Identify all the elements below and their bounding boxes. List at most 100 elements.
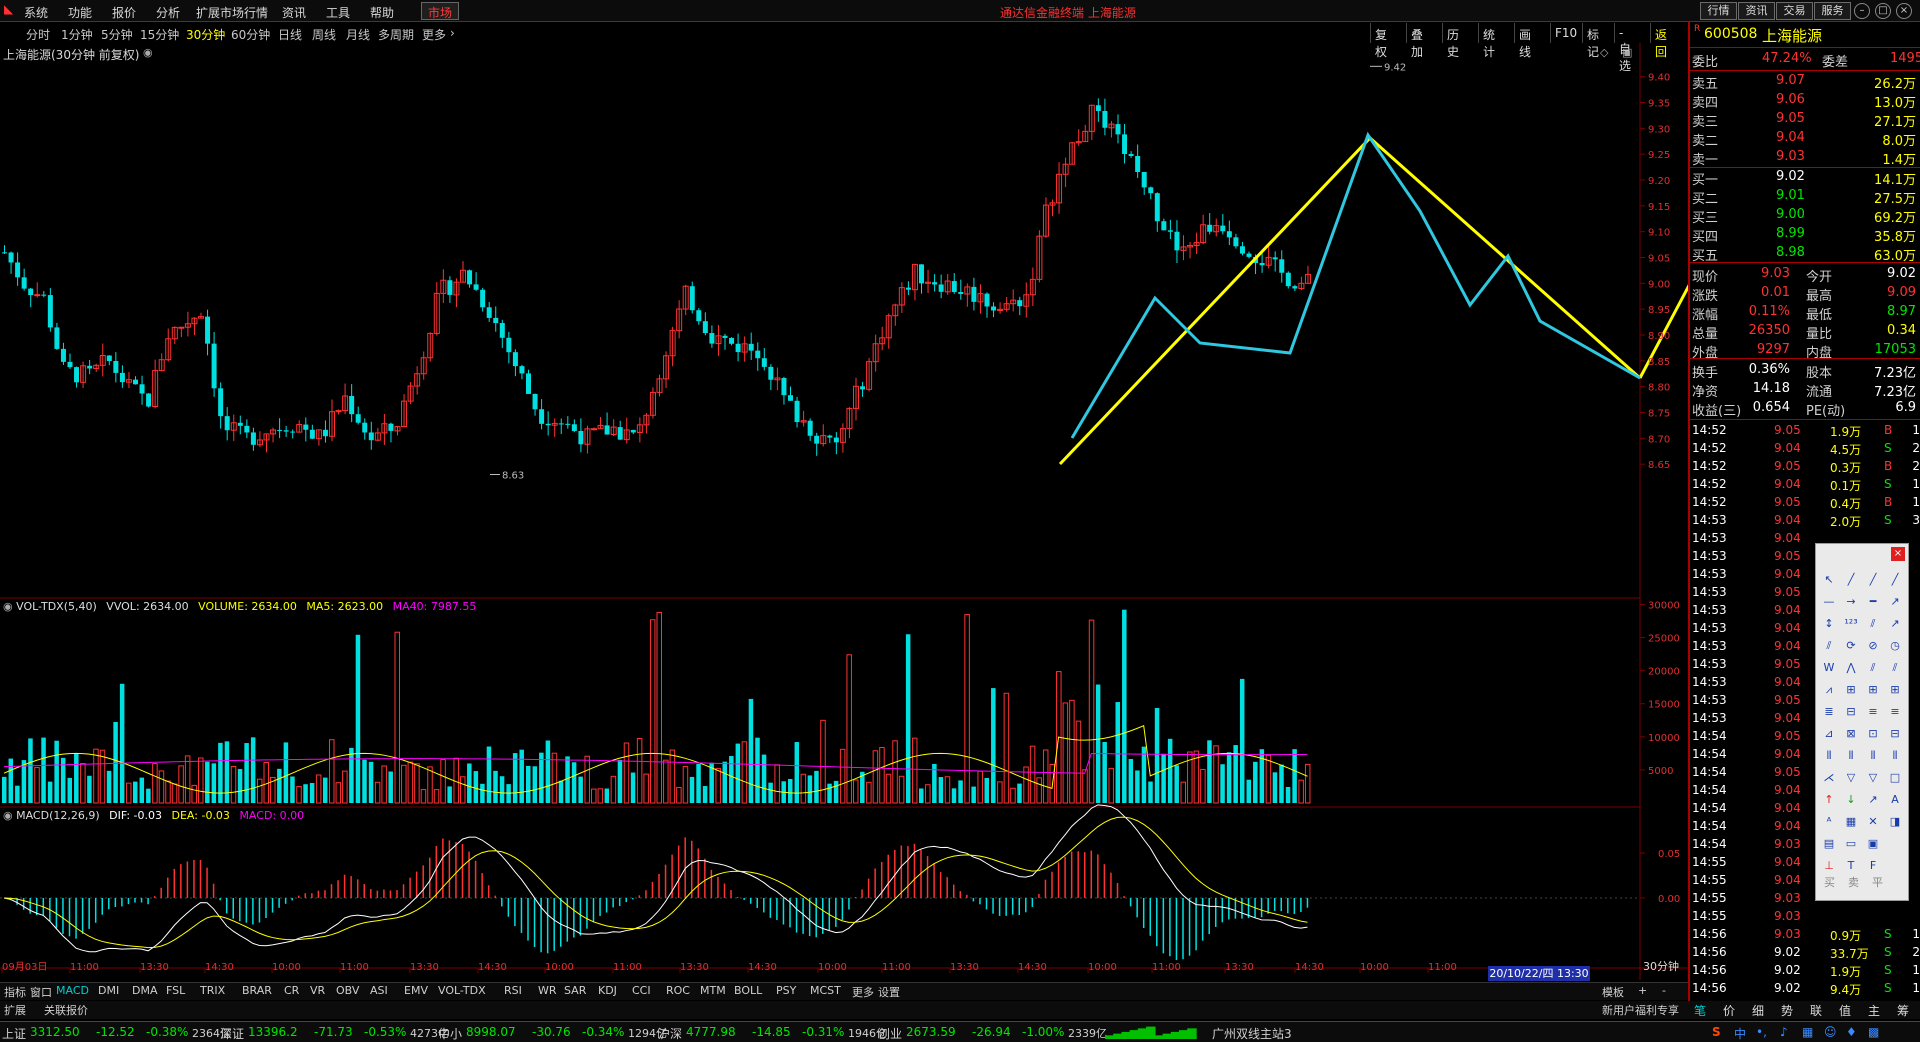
drawing-tool-icon[interactable]: ≡	[1864, 704, 1882, 720]
bid-price[interactable]: 9.00	[1776, 207, 1805, 222]
drawing-tool-icon[interactable]: ¹²³	[1842, 616, 1860, 632]
tab-extension[interactable]: 扩展	[4, 1002, 26, 1018]
drawing-tool-icon[interactable]: W	[1820, 660, 1838, 676]
close-icon[interactable]: ×	[1896, 3, 1912, 19]
drawing-tool-icon[interactable]: ⊞	[1886, 682, 1904, 698]
fuquan-button[interactable]: 复权	[1370, 23, 1391, 59]
drawing-tool-icon[interactable]: ✕	[1864, 814, 1882, 830]
overlay-button[interactable]: 叠加	[1406, 23, 1427, 59]
drawing-tool-icon[interactable]: ▽	[1842, 770, 1860, 786]
period-multi[interactable]: 多周期	[378, 26, 414, 43]
minimize-icon[interactable]: –	[1854, 3, 1870, 19]
drawing-tool-icon[interactable]: ⊘	[1864, 638, 1882, 654]
menu-system[interactable]: 系统	[24, 4, 48, 21]
ime-zh-icon[interactable]: 中	[1734, 1025, 1746, 1042]
app-logo-icon[interactable]: ◣	[4, 2, 13, 16]
drawing-tool-icon[interactable]: ≣	[1820, 704, 1838, 720]
drawing-tool-icon[interactable]: —	[1820, 594, 1838, 610]
menu-info[interactable]: 资讯	[282, 4, 306, 21]
ask-price[interactable]: 9.06	[1776, 92, 1805, 107]
period-5min[interactable]: 5分钟	[101, 26, 133, 43]
sogou-ime-icon[interactable]: S	[1712, 1025, 1721, 1039]
tab-15[interactable]: WR	[538, 984, 557, 997]
drawing-tool-icon[interactable]: ⊞	[1842, 682, 1860, 698]
drawing-tool-icon[interactable]: ↗	[1864, 792, 1882, 808]
period-fenshi[interactable]: 分时	[26, 26, 50, 43]
tab-23[interactable]: MCST	[810, 984, 841, 997]
tab-11[interactable]: ASI	[370, 984, 388, 997]
template-control-2[interactable]: -	[1662, 984, 1666, 997]
maximize-icon[interactable]: □	[1875, 3, 1891, 19]
return-button[interactable]: 返回	[1650, 23, 1671, 59]
index-name[interactable]: 深证	[220, 1025, 244, 1042]
drawing-tool-icon[interactable]: ⊿	[1820, 726, 1838, 742]
tab-16[interactable]: SAR	[564, 984, 586, 997]
tab-5[interactable]: FSL	[166, 984, 185, 997]
drawing-tool-icon[interactable]: ⫴	[1820, 748, 1838, 764]
right-tab-0[interactable]: 笔	[1694, 1002, 1706, 1019]
drawing-tool-icon[interactable]: ᴬ	[1820, 814, 1838, 830]
tab-6[interactable]: TRIX	[200, 984, 225, 997]
period-15min[interactable]: 15分钟	[140, 26, 179, 43]
add-watchlist-button[interactable]: -自选	[1614, 23, 1635, 73]
drawing-tool-icon[interactable]: ⊟	[1886, 726, 1904, 742]
menu-tools[interactable]: 工具	[326, 4, 350, 21]
index-name[interactable]: 中小	[438, 1025, 462, 1042]
f10-button[interactable]: F10	[1550, 23, 1581, 43]
period-more[interactable]: 更多	[422, 26, 446, 43]
tab-24[interactable]: 更多	[852, 984, 874, 1000]
drawing-tool-icon[interactable]: ╱	[1886, 572, 1904, 588]
drawing-tool-icon[interactable]: ⩘	[1820, 682, 1838, 698]
drawing-tool-icon[interactable]: ⊥	[1820, 858, 1838, 874]
tab-9[interactable]: VR	[310, 984, 325, 997]
drawline-button[interactable]: 画线	[1514, 23, 1535, 59]
drawing-tool-icon[interactable]: ⊠	[1842, 726, 1860, 742]
period-30min[interactable]: 30分钟	[186, 26, 225, 43]
period-day[interactable]: 日线	[278, 26, 302, 43]
period-month[interactable]: 月线	[346, 26, 370, 43]
right-tab-1[interactable]: 价	[1723, 1002, 1735, 1019]
drawing-tool-icon[interactable]: →	[1842, 594, 1860, 610]
bid-price[interactable]: 8.98	[1776, 245, 1805, 260]
chevron-right-icon[interactable]: ›	[450, 26, 455, 40]
template-control-1[interactable]: +	[1638, 984, 1647, 997]
drawing-tool-icon[interactable]: A	[1886, 792, 1904, 808]
drawing-toolbar-close-icon[interactable]: ×	[1891, 547, 1905, 561]
drawing-tool-icon[interactable]: ▤	[1820, 836, 1838, 852]
tab-8[interactable]: CR	[284, 984, 299, 997]
tab-14[interactable]: RSI	[504, 984, 522, 997]
bid-price[interactable]: 9.02	[1776, 169, 1805, 184]
drawing-toolbar[interactable]: × ↖ ╱ ╱ ╱ — → ━ ↗ ↕ ¹²³ ⫽ ↗ ⫽ ⟳ ⊘ ◷ W ⋀ ⫽ ⫽ ⩘ ⊞ ⊞ ⊞ ≣ ⊟ ≡ ≡ ⊿ ⊠ ⊡ ⊟ ⫴ ⫴ ⫴ ⫴…	[1815, 543, 1909, 901]
mark-button[interactable]: 标记	[1582, 23, 1603, 59]
drawing-tool-icon[interactable]: ↖	[1820, 572, 1838, 588]
tab-17[interactable]: KDJ	[598, 984, 617, 997]
ime-punct-icon[interactable]: •,	[1756, 1025, 1767, 1039]
drawing-tool-icon[interactable]: ↓	[1842, 792, 1860, 808]
drawing-tool-icon[interactable]: ▦	[1842, 814, 1860, 830]
index-name[interactable]: 沪深	[658, 1025, 682, 1042]
server-name[interactable]: 广州双线主站3	[1212, 1025, 1292, 1042]
right-tab-5[interactable]: 值	[1839, 1002, 1851, 1019]
right-tab-2[interactable]: 细	[1752, 1002, 1764, 1019]
drawing-tool-icon[interactable]: ⊟	[1842, 704, 1860, 720]
right-tab-7[interactable]: 筹	[1897, 1002, 1909, 1019]
period-60min[interactable]: 60分钟	[231, 26, 270, 43]
buy-label[interactable]: 买	[1824, 874, 1835, 890]
tab-19[interactable]: ROC	[666, 984, 690, 997]
menu-quote[interactable]: 报价	[112, 4, 136, 21]
tab-21[interactable]: BOLL	[734, 984, 762, 997]
tab-7[interactable]: BRAR	[242, 984, 272, 997]
drawing-tool-icon[interactable]: ⫽	[1864, 616, 1882, 632]
ask-price[interactable]: 9.07	[1776, 73, 1805, 88]
drawing-tool-icon[interactable]: ≡	[1886, 704, 1904, 720]
drawing-tool-icon[interactable]: F	[1864, 858, 1882, 874]
menu-help[interactable]: 帮助	[370, 4, 394, 21]
drawing-tool-icon[interactable]: ↕	[1820, 616, 1838, 632]
history-button[interactable]: 历史	[1442, 23, 1463, 59]
zixun-button[interactable]: 资讯	[1738, 2, 1775, 20]
flat-label[interactable]: 平	[1872, 874, 1883, 890]
tab-13[interactable]: VOL-TDX	[438, 984, 486, 997]
trade-button[interactable]: 交易	[1776, 2, 1813, 20]
drawing-tool-icon[interactable]: T	[1842, 858, 1860, 874]
ime-grid-icon[interactable]: ▩	[1868, 1025, 1879, 1039]
